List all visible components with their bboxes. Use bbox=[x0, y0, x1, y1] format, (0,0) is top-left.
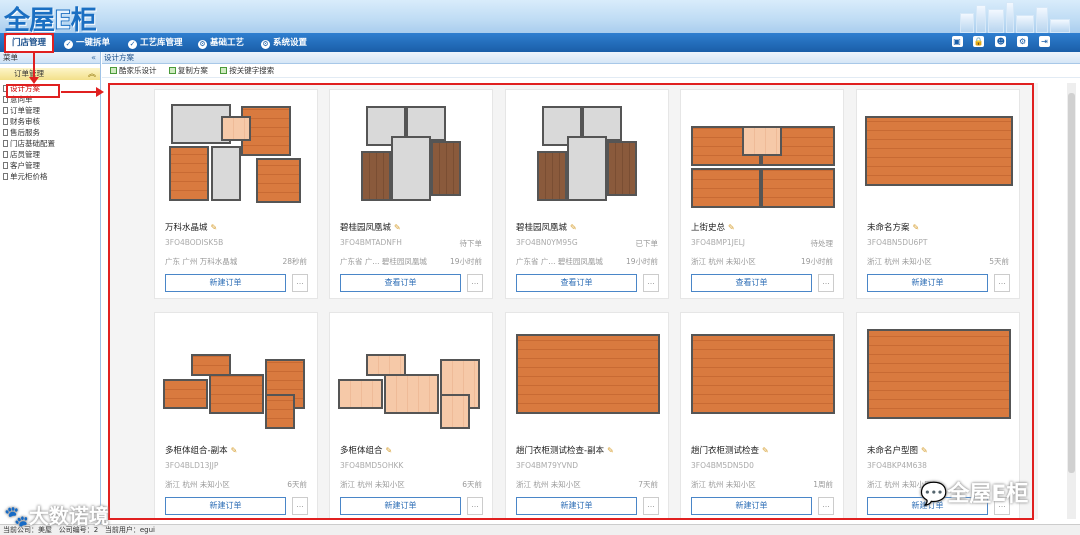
sidebar-item-customer-management[interactable]: 客户管理 bbox=[0, 160, 100, 171]
sidebar-section-order-management[interactable]: 订单管理 ︽ bbox=[0, 68, 100, 80]
scrollbar-thumb[interactable] bbox=[1068, 93, 1075, 473]
watermark-logo-icon: 🐾 bbox=[4, 504, 29, 528]
kujiale-design-button[interactable]: 酷家乐设计 bbox=[110, 66, 157, 75]
gear-icon: ⚙ bbox=[198, 40, 207, 49]
gear-icon: ⚙ bbox=[261, 40, 270, 49]
add-icon bbox=[110, 67, 117, 74]
chevron-up-icon[interactable]: ︽ bbox=[88, 68, 96, 80]
wechat-icon: 💬 bbox=[920, 482, 948, 507]
sidebar-item-store-config[interactable]: 门店基础配置 bbox=[0, 138, 100, 149]
gear-icon[interactable]: ⚙ bbox=[1017, 36, 1029, 47]
annotation-arrow-head-down bbox=[29, 77, 39, 84]
search-icon bbox=[220, 67, 228, 74]
app-logo: 全屋E柜 bbox=[4, 6, 97, 34]
sidebar-item-staff-management[interactable]: 店员管理 bbox=[0, 149, 100, 160]
watermark-right: 💬全屋E柜 bbox=[920, 482, 1029, 507]
document-icon bbox=[3, 107, 8, 114]
sidebar-header: 菜单 « bbox=[0, 52, 100, 64]
status-bar: 当前公司：美屋 公司编号：2 当前用户：egui bbox=[0, 524, 1080, 535]
sidebar-item-finance-review[interactable]: 财务审核 bbox=[0, 116, 100, 127]
document-icon bbox=[3, 118, 8, 125]
document-icon bbox=[3, 140, 8, 147]
nav-tab-basic-craft[interactable]: ⚙ 基础工艺 bbox=[198, 36, 244, 50]
annotation-arrow-head-right bbox=[96, 87, 104, 97]
current-user: egui bbox=[139, 526, 155, 534]
document-icon bbox=[3, 129, 8, 136]
document-icon bbox=[3, 162, 8, 169]
exit-icon[interactable]: ⇥ bbox=[1039, 36, 1050, 47]
main-nav: 门店管理 ✓ 一键拆单 ✓ 工艺库管理 ⚙ 基础工艺 ⚙ 系统设置 ▣ 🔒 ☻ ⚙ ⇥ bbox=[0, 33, 1080, 52]
sidebar-item-unit-cabinet-price[interactable]: 单元柜价格 bbox=[0, 171, 100, 182]
content-tab-design-plan[interactable]: 设计方案 bbox=[102, 52, 1080, 64]
sidebar: 菜单 « 订单管理 ︽ 设计方案 意向单 订单管理 财务审核 售后服务 门店基础配置… bbox=[0, 52, 101, 524]
copy-icon bbox=[168, 67, 176, 74]
annotation-box-nav bbox=[4, 33, 54, 53]
app-header: 全屋E柜 bbox=[0, 0, 1080, 33]
nav-toolbar: ▣ 🔒 ☻ ⚙ ⇥ bbox=[944, 36, 1050, 49]
lock-icon[interactable]: 🔒 bbox=[973, 36, 985, 47]
nav-tab-one-click-split[interactable]: ✓ 一键拆单 bbox=[64, 36, 110, 50]
document-icon bbox=[3, 151, 8, 158]
nav-tab-system-settings[interactable]: ⚙ 系统设置 bbox=[261, 36, 307, 50]
collapse-icon[interactable]: « bbox=[91, 52, 96, 64]
content-toolbar: 酷家乐设计 复制方案 按关键字搜索 bbox=[102, 64, 1080, 78]
document-icon bbox=[3, 173, 8, 180]
check-icon: ✓ bbox=[128, 40, 137, 49]
vertical-scrollbar[interactable] bbox=[1067, 83, 1076, 519]
watermark-left: 🐾大数诺境 bbox=[4, 504, 109, 528]
nav-tab-craft-library[interactable]: ✓ 工艺库管理 bbox=[128, 36, 183, 50]
keyword-search-button[interactable]: 按关键字搜索 bbox=[220, 66, 274, 75]
sidebar-item-order-management[interactable]: 订单管理 bbox=[0, 105, 100, 116]
annotation-box-content bbox=[108, 83, 1034, 520]
sidebar-item-after-sales[interactable]: 售后服务 bbox=[0, 127, 100, 138]
header-skyline-decoration bbox=[830, 0, 1080, 33]
monitor-icon[interactable]: ▣ bbox=[951, 36, 963, 47]
annotation-box-sidebar-item bbox=[6, 84, 60, 98]
copy-plan-button[interactable]: 复制方案 bbox=[168, 66, 208, 75]
user-icon[interactable]: ☻ bbox=[995, 36, 1007, 47]
annotation-arrow-down bbox=[33, 53, 35, 79]
annotation-arrow-right bbox=[61, 91, 97, 93]
check-icon: ✓ bbox=[64, 40, 73, 49]
